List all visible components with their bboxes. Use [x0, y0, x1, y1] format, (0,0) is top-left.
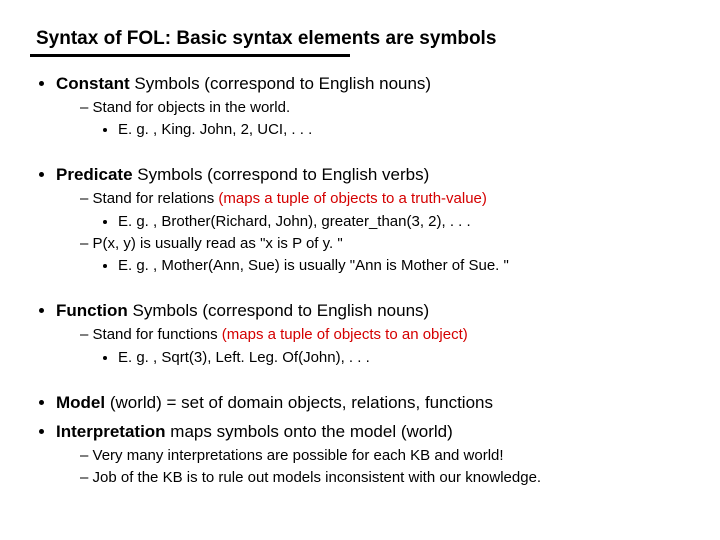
- section-head-bold: Constant: [56, 74, 130, 93]
- example-item: E. g. , Brother(Richard, John), greater_…: [118, 212, 690, 232]
- section-head-rest: Symbols (correspond to English nouns): [128, 301, 429, 320]
- sub-text: Stand for objects in the world.: [93, 99, 291, 116]
- section-head-rest: Symbols (correspond to English verbs): [133, 165, 430, 184]
- example-item: E. g. , Mother(Ann, Sue) is usually "Ann…: [118, 256, 690, 276]
- sub-text: Stand for relations: [93, 190, 219, 207]
- model-bold: Model: [56, 393, 105, 412]
- title-underline: [30, 54, 350, 57]
- example-item: E. g. , King. John, 2, UCI, . . .: [118, 120, 690, 140]
- section-head-bold: Predicate: [56, 165, 133, 184]
- sub-text: P(x, y) is usually read as "x is P of y.…: [93, 235, 343, 252]
- sub-item: P(x, y) is usually read as "x is P of y.…: [80, 234, 690, 277]
- sub-red: (maps a tuple of objects to a truth-valu…: [218, 190, 486, 207]
- example-item: E. g. , Sqrt(3), Left. Leg. Of(John), . …: [118, 348, 690, 368]
- sub-red: (maps a tuple of objects to an object): [222, 326, 468, 343]
- sub-item: Stand for objects in the world. E. g. , …: [80, 98, 690, 141]
- note-item: Very many interpretations are possible f…: [80, 446, 690, 466]
- section-head-rest: Symbols (correspond to English nouns): [130, 74, 431, 93]
- interp-bold: Interpretation: [56, 422, 166, 441]
- slide-title: Syntax of FOL: Basic syntax elements are…: [36, 28, 690, 50]
- section-constant: Constant Symbols (correspond to English …: [56, 73, 690, 140]
- model-rest: (world) = set of domain objects, relatio…: [105, 393, 493, 412]
- sub-text: Stand for functions: [93, 326, 222, 343]
- section-function: Function Symbols (correspond to English …: [56, 300, 690, 367]
- section-model: Model (world) = set of domain objects, r…: [56, 392, 690, 415]
- section-head-bold: Function: [56, 301, 128, 320]
- sub-item: Stand for relations (maps a tuple of obj…: [80, 189, 690, 232]
- sub-item: Stand for functions (maps a tuple of obj…: [80, 325, 690, 368]
- interp-rest: maps symbols onto the model (world): [166, 422, 453, 441]
- note-item: Job of the KB is to rule out models inco…: [80, 468, 690, 488]
- section-predicate: Predicate Symbols (correspond to English…: [56, 164, 690, 276]
- content-list: Constant Symbols (correspond to English …: [30, 73, 690, 488]
- section-interpretation: Interpretation maps symbols onto the mod…: [56, 421, 690, 488]
- slide-root: Syntax of FOL: Basic syntax elements are…: [0, 0, 720, 508]
